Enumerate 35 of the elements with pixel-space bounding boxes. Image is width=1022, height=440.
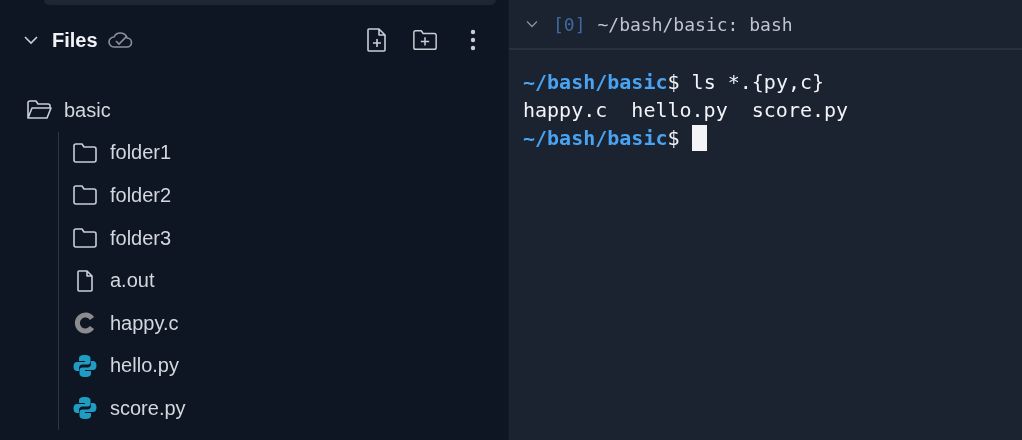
tree-item[interactable]: a.out (72, 259, 508, 302)
tree-item[interactable]: folder2 (72, 174, 508, 217)
prompt-path: ~/bash/basic (523, 69, 668, 96)
prompt-symbol: $ (667, 125, 680, 152)
tree-item[interactable]: hello.py (72, 344, 508, 388)
folder-icon (72, 141, 98, 164)
output-text: happy.c hello.py score.py (523, 97, 849, 124)
file-name: folder2 (110, 184, 172, 207)
tree-item[interactable]: folder3 (72, 216, 508, 260)
cloud-check-icon (107, 30, 134, 50)
file-name: basic (64, 98, 111, 122)
tree-item[interactable]: folder1 (72, 131, 508, 175)
file-name: folder3 (110, 226, 172, 250)
file-name: happy.c (110, 311, 179, 335)
tree-item[interactable]: happy.c (72, 301, 508, 345)
terminal-title: ~/bash/basic: bash (597, 13, 793, 35)
file-name: folder1 (110, 141, 172, 165)
python-icon (72, 396, 98, 421)
file-name: hello.py (110, 354, 179, 378)
terminal-index: [0] (553, 13, 586, 35)
file-name: score.py (110, 396, 186, 420)
prompt-path: ~/bash/basic (523, 125, 668, 152)
new-folder-button[interactable] (412, 27, 438, 53)
more-icon (470, 29, 476, 51)
file-plus-icon (366, 27, 388, 53)
panel-title: Files (52, 28, 98, 52)
folder-icon (72, 184, 98, 207)
python-icon (72, 353, 98, 378)
folder-icon (72, 227, 98, 250)
command-text: ls *.{py,c} (690, 69, 825, 96)
file-name: a.out (110, 269, 155, 293)
tree-item[interactable]: score.py (72, 387, 508, 430)
tree-item[interactable]: basic (26, 89, 508, 132)
prompt-symbol: $ (667, 69, 680, 96)
folder-plus-icon (412, 28, 438, 52)
